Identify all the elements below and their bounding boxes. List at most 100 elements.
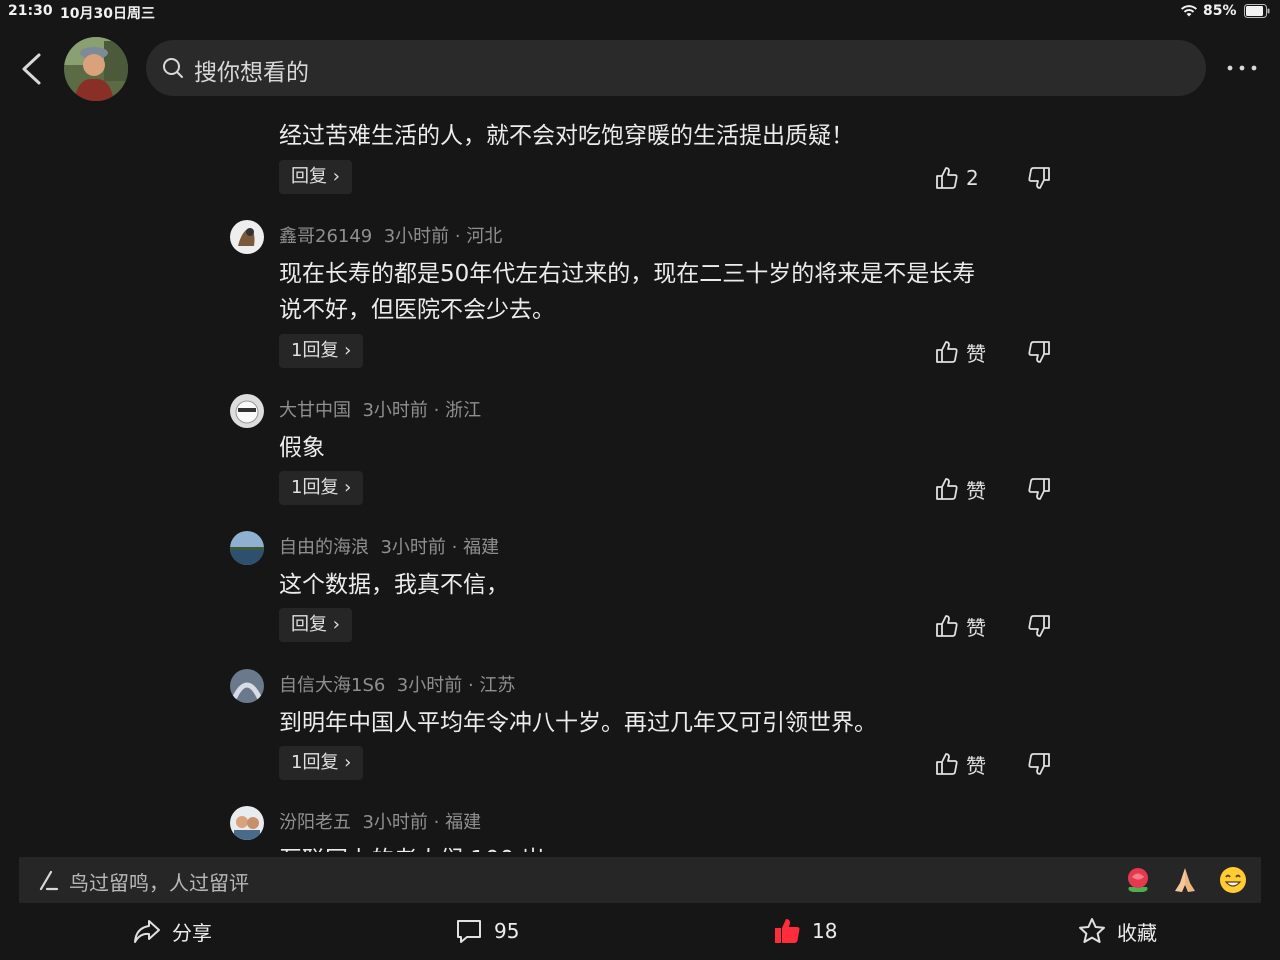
reply-button[interactable]: 回复 › [279,608,352,642]
comment-time: 3小时前 [362,400,428,421]
comment-text: 到明年中国人平均年令冲八十岁。再过几年又可引领世界。 [279,705,877,741]
comment-text: 这个数据，我真不信， [279,567,509,603]
like-button[interactable]: 赞 [934,749,986,779]
reply-label: 1回复 [291,752,339,773]
status-date: 10月30日周三 [60,6,155,22]
comment-text: 经过苦难生活的人，就不会对吃饱穿暖的生活提出质疑！ [279,118,854,154]
grinning-face-emoji-icon[interactable] [1218,865,1248,895]
username[interactable]: 鑫哥26149 [279,226,372,247]
like-label: 赞 [966,753,986,778]
search-icon [163,58,183,78]
share-button[interactable]: 分享 [132,915,212,947]
rose-emoji-icon[interactable] [1123,865,1153,895]
bottom-action-bar: 分享 95 18 收藏 [0,903,1280,960]
comment-meta: 鑫哥26149 3小时前 · 河北 [279,226,503,247]
like-button[interactable]: 赞 [934,474,986,504]
author-avatar[interactable] [64,37,128,101]
like-label: 赞 [966,341,986,366]
comment-text-line: 这个数据，我真不信， [279,572,509,598]
comment-text: 假象 [279,430,325,466]
comment-time: 3小时前 [396,675,463,696]
like-label: 赞 [966,478,986,503]
reply-button[interactable]: 回复 › [279,160,352,194]
comment-input-bar[interactable]: 鸟过留鸣，人过留评 [19,857,1261,903]
reply-label: 1回复 [291,340,339,361]
user-avatar[interactable] [230,220,264,254]
comment-text-line: 现在长寿的都是50年代左右过来的，现在二三十岁的将来是不是长寿 [279,261,976,287]
comment-time: 3小时前 [362,812,428,833]
like-article-button[interactable]: 18 [772,915,837,947]
thumbs-down-icon[interactable] [1026,751,1052,777]
comments-button[interactable]: 95 [454,915,519,947]
comment-text-line: 经过苦难生活的人，就不会对吃饱穿暖的生活提出质疑！ [279,123,854,149]
chevron-right-icon: › [338,752,352,773]
comment-meta: 汾阳老五 3小时前 · 福建 [279,812,482,833]
username[interactable]: 自由的海浪 [279,537,369,558]
comment-meta: 自由的海浪 3小时前 · 福建 [279,537,500,558]
like-button[interactable]: 赞 [934,611,986,641]
battery-icon [1244,4,1270,18]
thumbs-up-icon [936,478,958,500]
comment-text-line: 到明年中国人平均年令冲八十岁。再过几年又可引领世界。 [279,710,877,736]
comment-icon [457,920,481,943]
comment-region: 福建 [463,537,500,558]
user-avatar[interactable] [230,531,264,565]
reply-button[interactable]: 1回复 › [279,746,364,780]
thumbs-down-icon[interactable] [1026,613,1052,639]
comment-text-line: 说不好，但医院不会少去。 [279,297,555,323]
chevron-right-icon: › [338,340,352,361]
comment-count: 95 [494,919,520,943]
comment-text: 现在长寿的都是50年代左右过来的，现在二三十岁的将来是不是长寿 说不好，但医院不… [279,256,975,328]
status-time: 21:30 [8,3,53,19]
reply-button[interactable]: 1回复 › [279,334,364,368]
search-placeholder: 搜你想看的 [194,60,309,86]
reply-label: 回复 [291,614,327,635]
pen-icon [39,870,59,891]
like-count: 18 [812,919,838,943]
comment-region: 江苏 [479,675,516,696]
reply-label: 回复 [291,166,327,187]
comment-meta: 自信大海1S6 3小时前 · 江苏 [279,675,516,696]
thumbs-up-icon [936,167,958,189]
comment-list: 经过苦难生活的人，就不会对吃饱穿暖的生活提出质疑！ 回复 › 2 鑫哥26149… [0,104,1280,852]
like-label: 赞 [966,615,986,640]
reply-label: 1回复 [291,477,339,498]
thumbs-down-icon[interactable] [1026,476,1052,502]
star-icon [1079,918,1105,943]
favorite-label: 收藏 [1117,920,1157,945]
comment-time: 3小时前 [380,537,446,558]
share-label: 分享 [172,920,212,945]
comment-text: 互联网上的老人们 100 岁 [279,842,545,852]
thumbs-up-filled-icon [775,919,800,943]
like-count: 2 [966,166,979,190]
more-icon[interactable] [1224,56,1260,80]
like-button[interactable]: 赞 [934,337,986,367]
praying-hands-emoji-icon[interactable] [1170,865,1200,895]
wifi-icon [1181,5,1197,17]
username[interactable]: 大甘中国 [279,400,351,421]
username[interactable]: 汾阳老五 [279,812,351,833]
comment-text-line: 互联网上的老人们 100 岁 [279,842,545,852]
user-avatar[interactable] [230,669,264,703]
user-avatar[interactable] [230,394,264,428]
chevron-right-icon: › [327,614,340,635]
comment-time: 3小时前 [383,226,450,247]
thumbs-down-icon[interactable] [1026,165,1052,191]
battery-percent: 85% [1203,3,1237,19]
chevron-right-icon: › [338,477,352,498]
status-bar: 21:30 10月30日周三 85% [0,0,1280,24]
comment-region: 河北 [466,226,503,247]
back-icon[interactable] [18,52,44,86]
search-bar[interactable]: 搜你想看的 [146,40,1206,96]
like-button[interactable]: 2 [934,163,979,193]
reply-button[interactable]: 1回复 › [279,471,364,505]
chevron-right-icon: › [327,166,340,187]
username[interactable]: 自信大海1S6 [279,675,385,696]
thumbs-up-icon [936,753,958,775]
thumbs-down-icon[interactable] [1026,339,1052,365]
comment-meta: 大甘中国 3小时前 · 浙江 [279,400,482,421]
thumbs-up-icon [936,615,958,637]
favorite-button[interactable]: 收藏 [1077,915,1157,947]
user-avatar[interactable] [230,806,264,840]
comment-text-line: 假象 [279,435,325,461]
